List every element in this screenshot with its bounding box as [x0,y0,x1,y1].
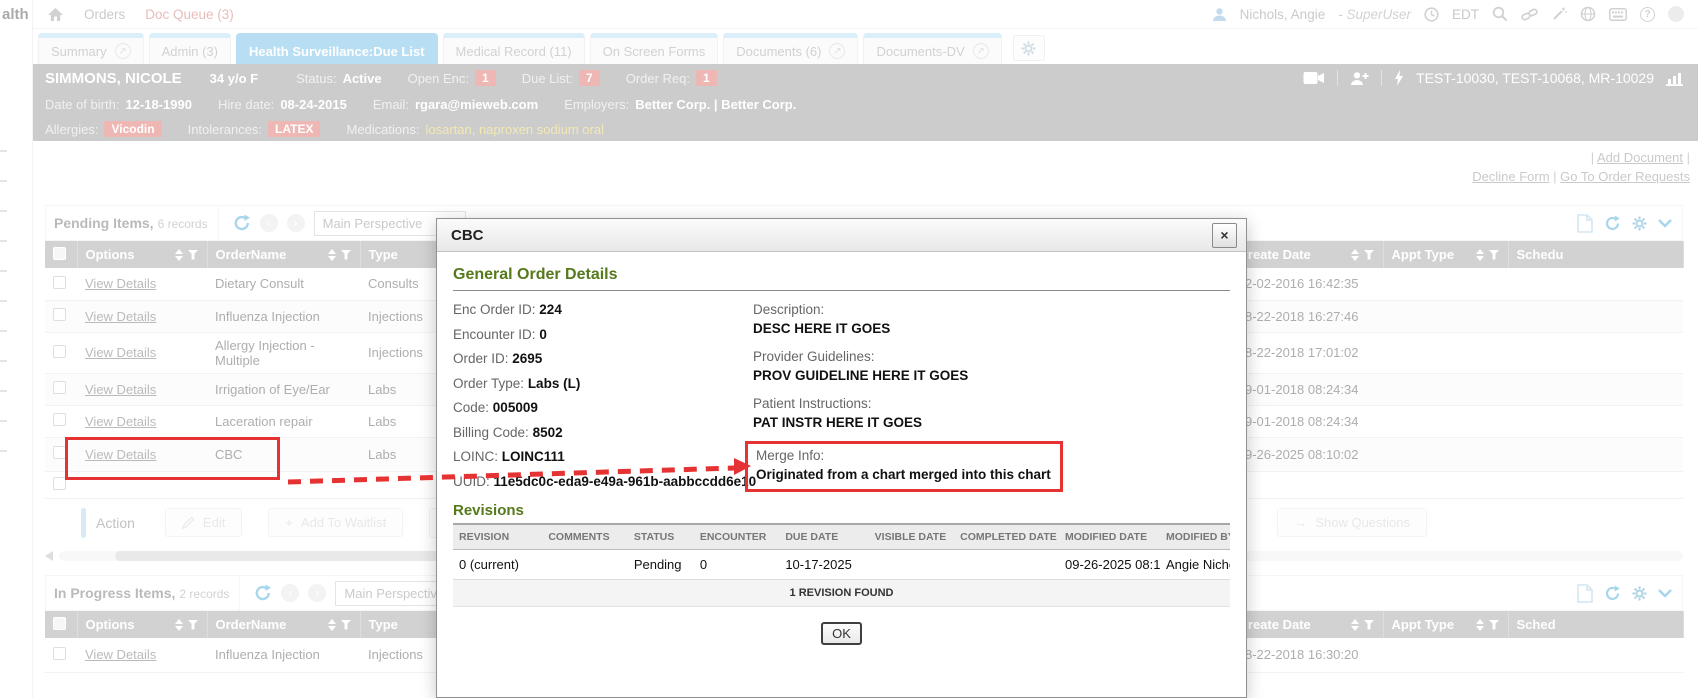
patient-instructions-value: PAT INSTR HERE IT GOES [753,413,1213,432]
comments-cell [542,550,627,580]
uuid-value: 11e5dc0c-eda9-e49a-961b-aabbccdd6e10 [494,474,757,489]
revision-row: 0 (current) Pending 0 10-17-2025 09-26-2… [453,550,1230,580]
status-cell: Pending [628,550,694,580]
code-value: 005009 [493,400,538,415]
ok-button[interactable]: OK [821,622,862,645]
app-screen: alth Orders Doc Queue (3) Nichols, Angie… [0,0,1698,698]
revisions-heading: Revisions [453,502,1230,523]
annotation-red-box-cbc-row [65,437,280,480]
order-details-modal: CBC × General Order Details Enc Order ID… [436,218,1247,698]
merge-info-value: Originated from a chart merged into this… [756,465,1052,484]
order-type-value: Labs (L) [528,376,581,391]
modified-by-cell: Angie Nichols [1160,550,1230,580]
revisions-header-row: REVISION COMMENTS STATUS ENCOUNTER DUE D… [453,524,1230,550]
order-fields: Enc Order ID: 224 Encounter ID: 0 Order … [453,298,783,494]
revisions-table: REVISION COMMENTS STATUS ENCOUNTER DUE D… [453,523,1230,607]
completed-date-cell [954,550,1059,580]
revisions-footer-row: 1 REVISION FOUND [453,580,1230,607]
due-date-cell: 10-17-2025 [779,550,868,580]
annotation-red-box-merge-info: Merge Info: Originated from a chart merg… [745,441,1063,492]
visible-date-cell [869,550,954,580]
billing-code-value: 8502 [533,425,563,440]
order-id-value: 2695 [512,351,542,366]
modal-title-bar: CBC × [437,219,1246,252]
encounter-id-value: 0 [539,327,547,342]
provider-guidelines-value: PROV GUIDELINE HERE IT GOES [753,366,1213,385]
loinc-value: LOINC111 [502,449,565,464]
order-detail-texts: Description: DESC HERE IT GOES Provider … [753,300,1213,501]
description-value: DESC HERE IT GOES [753,319,1213,338]
revision-cell: 0 (current) [453,550,542,580]
encounter-cell: 0 [694,550,779,580]
modal-title: CBC [451,227,484,244]
enc-order-id-value: 224 [539,302,562,317]
revision-count-footer: 1 REVISION FOUND [453,580,1230,607]
close-icon[interactable]: × [1212,223,1237,248]
general-order-details-heading: General Order Details [453,261,1230,291]
modified-date-cell: 09-26-2025 08:10 [1059,550,1160,580]
